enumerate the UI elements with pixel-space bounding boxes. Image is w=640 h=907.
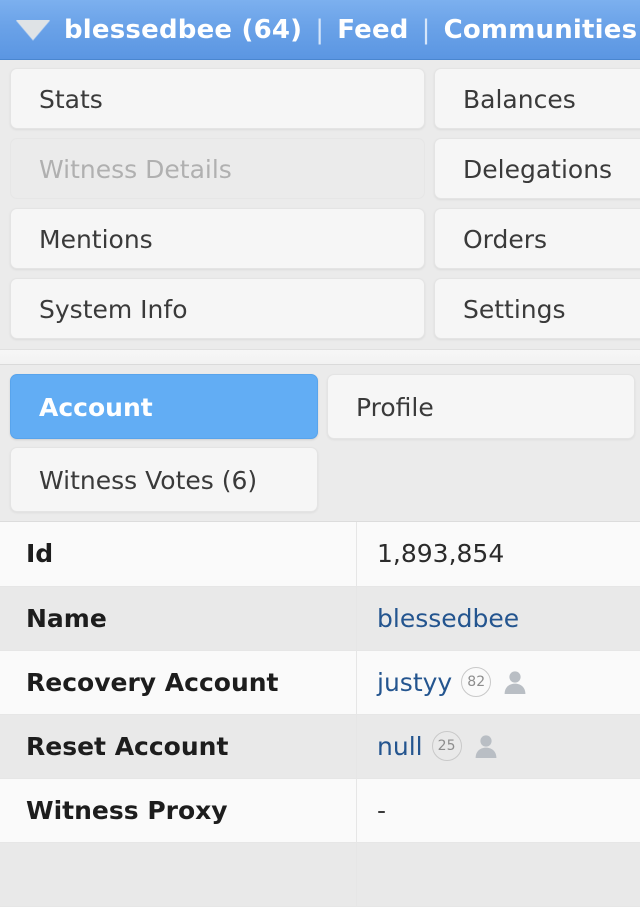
tab-row-2: Witness Votes (6) <box>10 447 640 512</box>
row-key-reset-account: Reset Account <box>0 714 357 778</box>
nav-item-communities[interactable]: Communities <box>444 15 638 45</box>
reputation-badge: 82 <box>461 667 491 697</box>
row-value-id: 1,893,854 <box>357 522 640 586</box>
tab-account[interactable]: Account <box>10 374 318 439</box>
account-link-blessedbee[interactable]: blessedbee <box>377 604 519 633</box>
table-row: Witness Proxy - <box>0 778 640 842</box>
user-avatar-icon[interactable] <box>500 667 530 697</box>
account-link-null[interactable]: null <box>377 732 423 761</box>
value-text: - <box>377 796 386 825</box>
row-key-witness-proxy: Witness Proxy <box>0 778 357 842</box>
nav-separator-1: | <box>302 15 337 45</box>
reputation-badge: 25 <box>432 731 462 761</box>
cell-content: blessedbee <box>377 604 640 633</box>
cell-content: 1,893,854 <box>377 539 640 568</box>
row-key-name: Name <box>0 586 357 650</box>
row-value-witness-proxy: - <box>357 778 640 842</box>
table-row: Reset Account null 25 <box>0 714 640 778</box>
section-nav-buttons: Stats Balances Witness Details Delegatio… <box>0 60 640 350</box>
table-row: Recovery Account justyy 82 <box>0 650 640 714</box>
tab-profile[interactable]: Profile <box>327 374 635 439</box>
value-text: 1,893,854 <box>377 539 504 568</box>
nav-button-stats[interactable]: Stats <box>10 68 425 129</box>
user-avatar-icon[interactable] <box>471 731 501 761</box>
account-link-justyy[interactable]: justyy <box>377 668 452 697</box>
nav-button-balances[interactable]: Balances <box>434 68 640 129</box>
cell-content: justyy 82 <box>377 667 640 697</box>
row-key-recovery-account: Recovery Account <box>0 650 357 714</box>
top-navigation-bar: blessedbee (64) | Feed | Communities | <box>0 0 640 60</box>
nav-button-row-1: Stats Balances <box>0 68 640 129</box>
cell-content: null 25 <box>377 731 640 761</box>
table-row-partial <box>0 842 640 906</box>
tab-witness-votes[interactable]: Witness Votes (6) <box>10 447 318 512</box>
nav-button-orders[interactable]: Orders <box>434 208 640 269</box>
tab-row-1: Account Profile <box>10 374 640 439</box>
row-value-recovery-account: justyy 82 <box>357 650 640 714</box>
nav-button-row-3: Mentions Orders <box>0 208 640 269</box>
nav-button-delegations[interactable]: Delegations <box>434 138 640 199</box>
nav-item-account[interactable]: blessedbee (64) <box>64 15 302 45</box>
row-key-partial <box>0 842 357 906</box>
nav-item-feed[interactable]: Feed <box>337 15 408 45</box>
table-row: Name blessedbee <box>0 586 640 650</box>
cell-content: - <box>377 796 640 825</box>
nav-button-witness-details: Witness Details <box>10 138 425 199</box>
nav-button-row-2: Witness Details Delegations <box>0 138 640 199</box>
row-value-name: blessedbee <box>357 586 640 650</box>
row-key-id: Id <box>0 522 357 586</box>
section-tabs: Account Profile Witness Votes (6) <box>0 365 640 522</box>
table-row: Id 1,893,854 <box>0 522 640 586</box>
row-value-reset-account: null 25 <box>357 714 640 778</box>
chevron-down-icon[interactable] <box>16 20 50 40</box>
nav-button-row-4: System Info Settings <box>0 278 640 339</box>
tab-placeholder <box>327 447 635 512</box>
nav-button-system-info[interactable]: System Info <box>10 278 425 339</box>
row-value-partial <box>357 842 640 906</box>
nav-links: blessedbee (64) | Feed | Communities | <box>64 15 640 45</box>
nav-button-settings[interactable]: Settings <box>434 278 640 339</box>
nav-button-mentions[interactable]: Mentions <box>10 208 425 269</box>
section-divider <box>0 350 640 365</box>
account-details-table: Id 1,893,854 Name blessedbee Recovery Ac… <box>0 522 640 907</box>
nav-separator-2: | <box>409 15 444 45</box>
